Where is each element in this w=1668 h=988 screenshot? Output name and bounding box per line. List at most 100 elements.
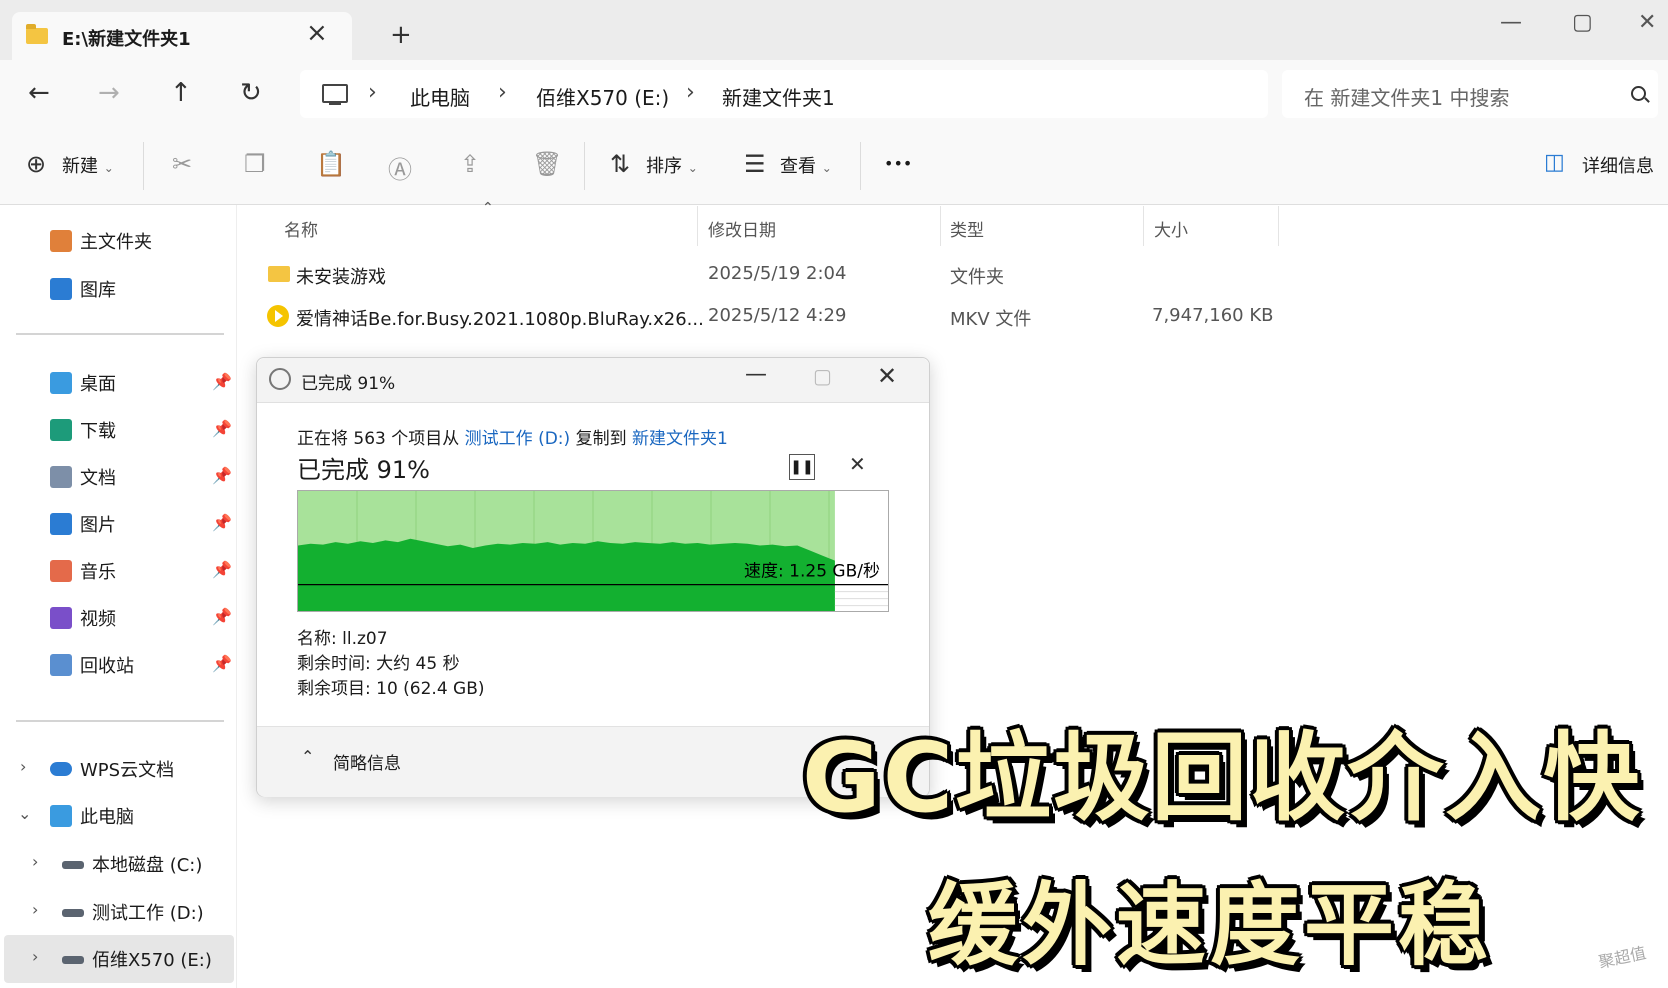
chevron-right-icon: ›: [368, 80, 377, 105]
music-icon: [50, 560, 72, 582]
close-button[interactable]: ✕: [877, 362, 897, 390]
column-header-name[interactable]: 名称: [284, 216, 318, 241]
view-button[interactable]: 查看 ⌄: [780, 152, 832, 178]
share-icon[interactable]: ⇪: [460, 150, 480, 178]
pin-icon[interactable]: 📌: [212, 654, 232, 673]
minimize-button[interactable]: —: [1500, 10, 1522, 35]
recycle-bin-icon: [50, 654, 72, 676]
search-input[interactable]: 在 新建文件夹1 中搜索: [1304, 82, 1509, 111]
sidebar-item-videos[interactable]: 视频: [50, 605, 116, 631]
sidebar-tree-item[interactable]: 佰维X570 (E:): [62, 946, 212, 972]
cut-icon[interactable]: ✂: [172, 150, 192, 178]
table-row[interactable]: 未安装游戏 2025/5/19 2:04 文件夹: [262, 256, 1282, 296]
view-icon: ☰: [744, 150, 766, 178]
sidebar-item-label: 测试工作 (D:): [92, 903, 204, 924]
sidebar-item-music[interactable]: 音乐: [50, 558, 116, 584]
chevron-right-icon[interactable]: ›: [32, 947, 38, 966]
maximize-button[interactable]: ▢: [813, 364, 832, 388]
sidebar-tree-item[interactable]: WPS云文档: [50, 756, 174, 782]
sidebar-item-label: 文档: [80, 468, 116, 489]
sidebar-item-desktop[interactable]: 桌面: [50, 370, 116, 396]
details-button[interactable]: 详细信息: [1582, 152, 1654, 178]
pin-icon[interactable]: 📌: [212, 513, 232, 532]
drive-icon: [62, 909, 84, 917]
forward-arrow-icon[interactable]: →: [98, 78, 120, 108]
chevron-right-icon[interactable]: ›: [20, 757, 26, 776]
sidebar-item-label: 桌面: [80, 374, 116, 395]
sidebar-item-label: 回收站: [80, 656, 134, 677]
sidebar-divider: [16, 720, 224, 722]
sidebar-item-download[interactable]: 下载: [50, 417, 116, 443]
sidebar-item-documents[interactable]: 文档: [50, 464, 116, 490]
sort-button[interactable]: 排序 ⌄: [646, 152, 698, 178]
up-arrow-icon[interactable]: ↑: [170, 78, 192, 108]
sidebar-item-label: 视频: [80, 609, 116, 630]
sort-label: 排序: [646, 156, 682, 177]
tab-close-icon[interactable]: ×: [306, 18, 328, 48]
sidebar-tree-item[interactable]: 测试工作 (D:): [62, 899, 204, 925]
breadcrumb-this-pc[interactable]: 此电脑: [410, 82, 470, 111]
column-divider: [697, 206, 698, 246]
sidebar-item-label: 本地磁盘 (C:): [92, 855, 203, 876]
pin-icon[interactable]: 📌: [212, 607, 232, 626]
sidebar-item-label: 主文件夹: [80, 232, 152, 253]
column-header-date[interactable]: 修改日期: [708, 216, 776, 241]
pin-icon[interactable]: 📌: [212, 372, 232, 391]
cancel-icon[interactable]: ✕: [849, 452, 866, 476]
table-row[interactable]: 爱情神话Be.for.Busy.2021.1080p.BluRay.x26...…: [262, 298, 1282, 338]
sidebar-item-label: 音乐: [80, 562, 116, 583]
speed-label: 速度: 1.25 GB/秒: [744, 562, 880, 582]
pin-icon[interactable]: 📌: [212, 419, 232, 438]
file-name-line: 名称: ll.z07: [297, 629, 388, 649]
overlay-caption-line1: GC垃圾回收介入快: [802, 722, 1642, 834]
dialog-title-bar: 已完成 91% — ▢ ✕: [257, 358, 929, 403]
more-options-button[interactable]: •••: [884, 154, 912, 173]
address-bar[interactable]: › 此电脑 › 佰维X570 (E:) › 新建文件夹1: [300, 70, 1268, 118]
pin-icon[interactable]: 📌: [212, 560, 232, 579]
chevron-right-icon[interactable]: ›: [32, 852, 38, 871]
search-icon: [1631, 86, 1646, 101]
maximize-button[interactable]: ▢: [1572, 10, 1593, 35]
sidebar-item-recycle-bin[interactable]: 回收站: [50, 652, 134, 678]
clock-icon: [269, 368, 291, 390]
column-header-size[interactable]: 大小: [1154, 216, 1188, 241]
videos-icon: [50, 607, 72, 629]
fewer-details-button[interactable]: 简略信息: [333, 749, 401, 774]
breadcrumb-folder[interactable]: 新建文件夹1: [722, 82, 835, 111]
chevron-up-icon[interactable]: ⌃: [301, 747, 314, 766]
breadcrumb-drive-e[interactable]: 佰维X570 (E:): [536, 82, 669, 111]
pause-button[interactable]: ❚❚: [789, 454, 815, 480]
view-label: 查看: [780, 156, 816, 177]
column-header-type[interactable]: 类型: [950, 216, 984, 241]
sidebar-tree-item[interactable]: 此电脑: [50, 803, 134, 829]
new-button[interactable]: 新建 ⌄: [62, 152, 114, 178]
delete-icon[interactable]: 🗑: [532, 150, 562, 178]
sidebar-item-label: WPS云文档: [80, 760, 175, 781]
sidebar-item-pictures[interactable]: 图片: [50, 511, 116, 537]
refresh-icon[interactable]: ↻: [240, 78, 262, 108]
copy-icon[interactable]: ❐: [244, 150, 266, 178]
source-link[interactable]: 测试工作 (D:): [465, 429, 571, 449]
play-icon: [275, 310, 283, 322]
close-button[interactable]: ✕: [1638, 10, 1656, 35]
file-name: 未安装游戏: [296, 267, 386, 288]
destination-link[interactable]: 新建文件夹1: [632, 429, 728, 449]
pictures-icon: [50, 513, 72, 535]
rename-icon[interactable]: Ⓐ: [388, 150, 412, 185]
sidebar-tree-item[interactable]: 本地磁盘 (C:): [62, 851, 202, 877]
window-tab[interactable]: E:\新建文件夹1 ×: [12, 12, 352, 60]
pin-icon[interactable]: 📌: [212, 466, 232, 485]
sidebar-item-gallery[interactable]: 图库: [50, 276, 116, 302]
search-box[interactable]: 在 新建文件夹1 中搜索: [1282, 70, 1658, 118]
paste-icon[interactable]: 📋: [316, 150, 346, 178]
minimize-button[interactable]: —: [745, 362, 767, 387]
chevron-down-icon[interactable]: ⌄: [18, 804, 31, 823]
back-arrow-icon[interactable]: ←: [28, 78, 50, 108]
new-tab-button[interactable]: +: [390, 20, 412, 50]
watermark-logo: 聚超值: [1596, 943, 1648, 972]
computer-icon: [322, 84, 348, 105]
column-divider: [1143, 206, 1144, 246]
divider: [584, 142, 585, 190]
chevron-right-icon[interactable]: ›: [32, 900, 38, 919]
sidebar-item-home[interactable]: 主文件夹: [50, 228, 152, 254]
